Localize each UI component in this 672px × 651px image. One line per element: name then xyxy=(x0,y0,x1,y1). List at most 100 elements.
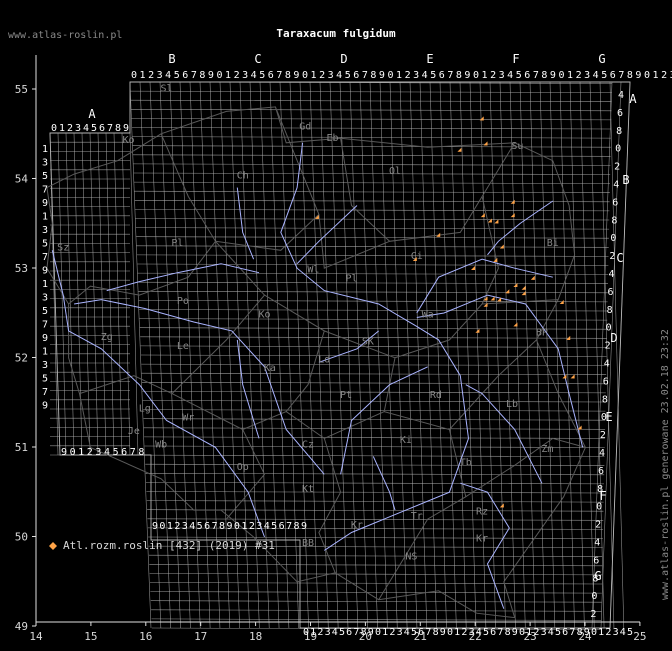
grid-column-digit: 8 xyxy=(541,70,547,81)
grid-column-digit: 7 xyxy=(447,70,453,81)
grid-column-digit: 1 xyxy=(482,70,488,81)
region-code-label: Su xyxy=(511,141,523,152)
grid-column-digit: 4 xyxy=(548,627,554,638)
grid-column-digit: 2 xyxy=(148,70,154,81)
region-code-label: Ko xyxy=(122,135,134,146)
grid-row-digit: 4 xyxy=(613,180,619,191)
grid-column-digit: 3 xyxy=(613,627,619,638)
grid-column-digit: 3 xyxy=(256,521,262,532)
region-code-label: Sz xyxy=(57,242,69,253)
grid-column-digit: 1 xyxy=(225,70,231,81)
grid-row-digit: 3 xyxy=(42,293,48,304)
grid-row-digit: 2 xyxy=(600,430,606,441)
grid-column-digit: 3 xyxy=(157,70,163,81)
y-tick-label: 51 xyxy=(15,441,28,454)
grid-column-digit: 8 xyxy=(138,447,144,458)
grid-column-digit: 8 xyxy=(219,521,225,532)
grid-row-digit: 8 xyxy=(592,573,598,584)
grid-column-digit: 9 xyxy=(208,70,214,81)
grid-column-digit: 5 xyxy=(601,70,607,81)
grid-column-digit: 6 xyxy=(346,627,352,638)
grid-column-digit: 3 xyxy=(413,70,419,81)
grid-column-letter: B xyxy=(168,52,175,66)
grid-column-digit: 5 xyxy=(113,447,119,458)
grid-column-letter: F xyxy=(512,52,519,66)
grid-column-digit: 1 xyxy=(526,627,532,638)
grid-column-digit: 8 xyxy=(294,521,300,532)
grid-row-letter: B xyxy=(622,173,629,187)
grid-row-digit: 6 xyxy=(608,287,614,298)
grid-column-digit: 5 xyxy=(555,627,561,638)
region-code-label: Ka xyxy=(264,363,276,374)
occurrence-point xyxy=(570,374,575,379)
grid-column-digit: 5 xyxy=(271,521,277,532)
grid-column-digit: 4 xyxy=(165,70,171,81)
grid-column-digit: 0 xyxy=(387,70,393,81)
grid-column-digit: 3 xyxy=(182,521,188,532)
x-tick-label: 15 xyxy=(84,630,97,643)
grid-row-digit: 0 xyxy=(606,323,612,334)
occurrence-point xyxy=(487,218,492,223)
grid-column-digit: 4 xyxy=(104,447,110,458)
grid-column-digit: 6 xyxy=(279,521,285,532)
grid-column-digit: 0 xyxy=(473,70,479,81)
grid-row-digit: 8 xyxy=(607,305,613,316)
grid-row-digit: 4 xyxy=(618,90,624,101)
grid-row-digit: 8 xyxy=(611,215,617,226)
grid-column-digit: 4 xyxy=(422,70,428,81)
grid-column-digit: 8 xyxy=(115,123,121,134)
region-code-label: Cz xyxy=(302,439,314,450)
occurrence-point xyxy=(521,285,526,290)
grid-column-digit: 6 xyxy=(439,70,445,81)
grid-row-digit: 0 xyxy=(601,412,607,423)
grid-column-digit: 3 xyxy=(328,70,334,81)
site-url: www.atlas-roslin.pl xyxy=(8,30,122,41)
grid-row-digit: 3 xyxy=(42,360,48,371)
grid-column-digit: 6 xyxy=(99,123,105,134)
occurrence-point xyxy=(494,219,499,224)
grid-column-digit: 1 xyxy=(454,627,460,638)
region-code-label: Eb xyxy=(326,133,338,144)
region-code-label: Lg xyxy=(139,404,151,415)
grid-column-digit: 7 xyxy=(569,627,575,638)
grid-column-digit: 1 xyxy=(310,627,316,638)
grid-column-digit: 2 xyxy=(490,70,496,81)
x-tick-label: 16 xyxy=(139,630,152,643)
grid-column-digit: 6 xyxy=(121,447,127,458)
grid-column-letter: A xyxy=(88,107,96,121)
grid-column-digit: 7 xyxy=(130,447,136,458)
region-code-label: Po xyxy=(177,296,189,307)
grid-column-digit: 9 xyxy=(512,627,518,638)
grid-column-digit: 0 xyxy=(159,521,165,532)
grid-column-digit: 5 xyxy=(516,70,522,81)
region-code-label: Zg xyxy=(101,332,113,343)
grid-column-digit: 8 xyxy=(433,627,439,638)
grid-row-digit: 4 xyxy=(604,359,610,370)
region-code-label: Gd xyxy=(299,121,311,132)
map-title: Taraxacum fulgidum xyxy=(276,27,396,40)
region-code-label: Ld xyxy=(318,354,330,365)
grid-column-digit: 6 xyxy=(204,521,210,532)
grid-column-digit: 6 xyxy=(524,70,530,81)
grid-column-digit: 2 xyxy=(461,627,467,638)
grid-column-digit: 4 xyxy=(251,70,257,81)
region-code-label: Wr xyxy=(182,413,194,424)
grid-column-digit: 8 xyxy=(627,70,633,81)
legend: Atl.rozm.roslin [432] (2019) #31 xyxy=(49,539,275,552)
occurrence-point xyxy=(479,116,484,121)
occurrence-point xyxy=(521,291,526,296)
grid-row-digit: 6 xyxy=(593,555,599,566)
grid-column-digit: 7 xyxy=(286,521,292,532)
grid-column-digit: 1 xyxy=(78,447,84,458)
x-tick-label: 25 xyxy=(633,630,646,643)
grid-column-digit: 9 xyxy=(293,70,299,81)
grid-column-digit: 0 xyxy=(591,627,597,638)
y-tick-label: 53 xyxy=(15,262,28,275)
grid-column-digit: 5 xyxy=(259,70,265,81)
grid-column-digit: 4 xyxy=(404,627,410,638)
grid-row-digit: 8 xyxy=(602,394,608,405)
grid-row-digit: 3 xyxy=(42,158,48,169)
grid-column-digit: 7 xyxy=(533,70,539,81)
grid-column-digit: 3 xyxy=(325,627,331,638)
x-tick-label: 17 xyxy=(194,630,207,643)
